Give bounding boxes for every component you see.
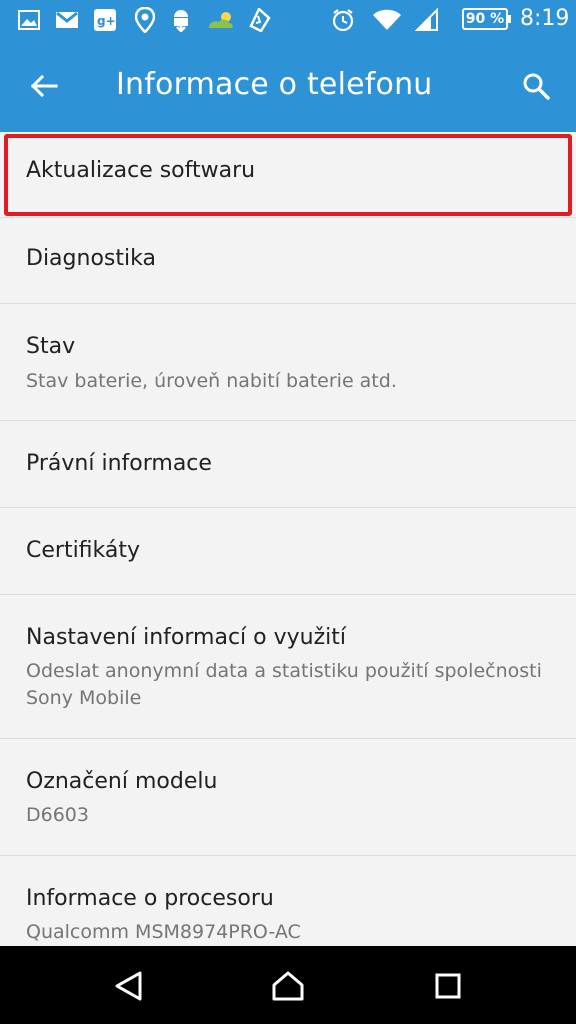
page-title: Informace o telefonu bbox=[116, 67, 433, 102]
battery-indicator: 90 % bbox=[462, 8, 511, 30]
navigation-bar bbox=[0, 946, 576, 1024]
back-arrow-icon bbox=[30, 74, 58, 98]
recents-square-icon bbox=[435, 973, 461, 999]
list-item-legal-info[interactable]: Právní informace bbox=[0, 421, 576, 508]
list-item-title: Označení modelu bbox=[26, 769, 218, 794]
search-icon bbox=[523, 73, 550, 100]
list-item-title: Diagnostika bbox=[26, 246, 156, 271]
list-item-diagnostics[interactable]: Diagnostika bbox=[0, 218, 576, 304]
alarm-icon bbox=[330, 8, 356, 32]
list-item-title: Informace o procesoru bbox=[26, 886, 274, 911]
list-item-title: Stav bbox=[26, 334, 76, 359]
list-item-title: Aktualizace softwaru bbox=[26, 158, 256, 183]
nav-back-button[interactable] bbox=[104, 962, 152, 1010]
list-item-usage-info-settings[interactable]: Nastavení informací o využití Odeslat an… bbox=[0, 595, 576, 739]
settings-list: Aktualizace softwaru Diagnostika Stav St… bbox=[0, 132, 576, 946]
location-pin-icon bbox=[132, 7, 158, 33]
nav-recents-button[interactable] bbox=[424, 962, 472, 1010]
back-button[interactable] bbox=[20, 62, 68, 110]
signal-icon bbox=[414, 8, 440, 32]
google-plus-icon: g+ bbox=[92, 8, 118, 32]
clock: 8:19 bbox=[520, 6, 570, 31]
list-item-subtitle: Qualcomm MSM8974PRO-AC bbox=[26, 921, 301, 943]
list-item-title: Právní informace bbox=[26, 451, 212, 476]
list-item-title: Nastavení informací o využití bbox=[26, 625, 346, 650]
list-item-certificates[interactable]: Certifikáty bbox=[0, 508, 576, 595]
list-item-subtitle: Stav baterie, úroveň nabití baterie atd. bbox=[26, 370, 397, 392]
list-item-subtitle: D6603 bbox=[26, 804, 89, 826]
phone-cleaner-icon bbox=[246, 8, 272, 32]
list-item-model-number[interactable]: Označení modelu D6603 bbox=[0, 739, 576, 856]
weather-icon bbox=[206, 8, 236, 32]
list-item-status[interactable]: Stav Stav baterie, úroveň nabití baterie… bbox=[0, 304, 576, 421]
android-download-icon bbox=[168, 8, 194, 32]
nav-home-button[interactable] bbox=[264, 962, 312, 1010]
triangle-back-icon bbox=[115, 971, 142, 1001]
gallery-icon bbox=[16, 8, 42, 32]
gmail-icon bbox=[54, 8, 80, 32]
wifi-icon bbox=[372, 8, 402, 32]
list-item-subtitle: Odeslat anonymní data a statistiku použi… bbox=[26, 660, 542, 709]
list-item-title: Certifikáty bbox=[26, 538, 141, 563]
svg-text:g+: g+ bbox=[97, 14, 116, 28]
list-item-processor-info[interactable]: Informace o procesoru Qualcomm MSM8974PR… bbox=[0, 856, 576, 946]
list-item-software-update[interactable]: Aktualizace softwaru bbox=[0, 132, 576, 218]
search-button[interactable] bbox=[512, 62, 560, 110]
app-bar: Informace o telefonu bbox=[0, 40, 576, 132]
status-bar: g+ 90 % 8:19 bbox=[0, 0, 576, 40]
home-icon bbox=[272, 971, 304, 1001]
